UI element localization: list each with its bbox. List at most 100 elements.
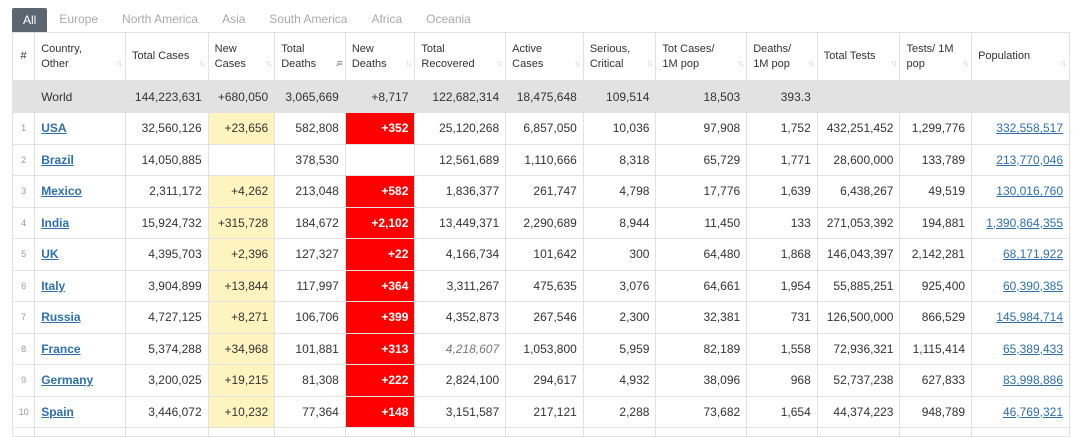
cell-active-cases: 294,617 bbox=[505, 364, 584, 397]
header-deaths-per-1m[interactable]: Deaths/ 1M pop ↑↓ bbox=[746, 32, 818, 81]
tab-south-america[interactable]: South America bbox=[257, 9, 359, 29]
cell-cases-per-1m: 18,503 bbox=[655, 80, 748, 113]
cell-idx: 4 bbox=[11, 206, 36, 239]
tab-africa[interactable]: Africa bbox=[359, 9, 414, 29]
cell-population[interactable]: 1,390,864,355 bbox=[971, 206, 1070, 239]
cell-tests-per-1m: 2,142,281 bbox=[899, 238, 973, 271]
header-population[interactable]: Population ↑↓ bbox=[971, 32, 1070, 81]
cell-total-tests: 126,500,000 bbox=[816, 301, 901, 334]
cell-population bbox=[971, 427, 1070, 437]
tab-north-america[interactable]: North America bbox=[110, 9, 210, 29]
header-idx[interactable]: # bbox=[11, 32, 36, 81]
cell-population[interactable]: 83,998,886 bbox=[971, 364, 1070, 397]
header-serious[interactable]: Serious, Critical ↑↓ bbox=[582, 32, 657, 81]
header-total-deaths[interactable]: Total Deaths ↓≡ bbox=[274, 32, 346, 81]
cell-new-cases: +680,050 bbox=[207, 80, 276, 113]
cell-total-deaths: 127,327 bbox=[274, 238, 346, 271]
sort-arrows-icon[interactable]: ↑↓ bbox=[808, 56, 815, 71]
tab-europe[interactable]: Europe bbox=[47, 9, 110, 29]
header-total-cases[interactable]: Total Cases ↑↓ bbox=[124, 32, 209, 81]
cell-population[interactable]: 145,984,714 bbox=[971, 301, 1070, 334]
cell-active-cases: 217,121 bbox=[505, 395, 584, 428]
header-country[interactable]: Country, Other ↑↓ bbox=[34, 32, 126, 81]
sort-arrows-icon[interactable]: ↑↓ bbox=[1060, 56, 1067, 71]
cell-total-cases bbox=[124, 427, 209, 437]
cell-country: Italy bbox=[34, 269, 126, 302]
cell-country: Russia bbox=[34, 301, 126, 334]
cell-active-cases: 261,747 bbox=[505, 175, 584, 208]
tab-all[interactable]: All bbox=[12, 8, 48, 32]
world-row: World 144,223,631 +680,050 3,065,669 +8,717 1… bbox=[11, 80, 1070, 113]
header-total-recovered[interactable]: Total Recovered ↑↓ bbox=[414, 32, 507, 81]
cell-population[interactable]: 65,389,433 bbox=[971, 332, 1070, 365]
sort-arrows-icon[interactable]: ↑↓ bbox=[496, 56, 503, 71]
country-link[interactable]: Russia bbox=[41, 310, 80, 324]
cell-population bbox=[971, 80, 1070, 113]
header-tests-per-1m[interactable]: Tests/ 1M pop ↑↓ bbox=[899, 32, 973, 81]
country-link[interactable]: USA bbox=[41, 121, 66, 135]
header-new-cases[interactable]: New Cases ↑↓ bbox=[207, 32, 276, 81]
sort-arrows-icon[interactable]: ↑↓ bbox=[116, 56, 123, 71]
sort-arrows-icon[interactable]: ↑↓ bbox=[737, 56, 744, 71]
tab-asia[interactable]: Asia bbox=[210, 9, 257, 29]
sort-arrows-icon[interactable]: ↑↓ bbox=[646, 56, 653, 71]
cell-new-cases: +315,728 bbox=[207, 206, 276, 239]
header-active-cases[interactable]: Active Cases ↑↓ bbox=[505, 32, 584, 81]
header-cases-per-1m[interactable]: Tot Cases/ 1M pop ↑↓ bbox=[655, 32, 748, 81]
cell-total-cases: 4,395,703 bbox=[124, 238, 209, 271]
country-link[interactable]: France bbox=[41, 342, 80, 356]
cell-new-cases: +23,656 bbox=[207, 112, 276, 145]
country-link[interactable]: Spain bbox=[41, 405, 74, 419]
cell-total-cases: 3,446,072 bbox=[124, 395, 209, 428]
cell-total-cases: 3,904,899 bbox=[124, 269, 209, 302]
cell-total-tests bbox=[816, 427, 901, 437]
cell-country: USA bbox=[34, 112, 126, 145]
sort-arrows-icon[interactable]: ↑↓ bbox=[405, 56, 412, 71]
cell-total-deaths: 101,881 bbox=[274, 332, 346, 365]
cell-deaths-per-1m: 1,639 bbox=[746, 175, 818, 208]
cell-deaths-per-1m: 1,558 bbox=[746, 332, 818, 365]
country-link[interactable]: India bbox=[41, 216, 69, 230]
cell-serious: 8,944 bbox=[582, 206, 657, 239]
country-link[interactable]: Germany bbox=[41, 373, 93, 387]
cell-total-recovered: 12,561,689 bbox=[414, 143, 507, 176]
cell-total-recovered: 1,836,377 bbox=[414, 175, 507, 208]
country-link[interactable]: Italy bbox=[41, 279, 65, 293]
sort-arrows-icon[interactable]: ↑↓ bbox=[962, 56, 969, 71]
cell-population[interactable]: 130,016,760 bbox=[971, 175, 1070, 208]
header-label: # bbox=[20, 50, 27, 62]
cell-total-cases: 4,727,125 bbox=[124, 301, 209, 334]
cell-country: Germany bbox=[34, 364, 126, 397]
cell-population[interactable]: 332,558,517 bbox=[971, 112, 1070, 145]
tab-oceania[interactable]: Oceania bbox=[414, 9, 483, 29]
table-row bbox=[11, 427, 1070, 437]
cell-tests-per-1m: 1,115,414 bbox=[899, 332, 973, 365]
cell-total-recovered: 4,166,734 bbox=[414, 238, 507, 271]
cell-population[interactable]: 213,770,046 bbox=[971, 143, 1070, 176]
sort-arrows-icon[interactable]: ↑↓ bbox=[199, 56, 206, 71]
cell-deaths-per-1m: 1,771 bbox=[746, 143, 818, 176]
sort-arrows-icon[interactable]: ↓≡ bbox=[335, 56, 343, 71]
header-total-tests[interactable]: Total Tests ↑↓ bbox=[816, 32, 901, 81]
header-label: Total Tests bbox=[823, 50, 876, 62]
country-link[interactable]: Mexico bbox=[41, 184, 82, 198]
country-link[interactable]: Brazil bbox=[41, 153, 74, 167]
cell-deaths-per-1m: 968 bbox=[746, 364, 818, 397]
sort-arrows-icon[interactable]: ↑↓ bbox=[574, 56, 581, 71]
cell-serious: 2,288 bbox=[582, 395, 657, 428]
cell-tests-per-1m: 866,529 bbox=[899, 301, 973, 334]
cell-population[interactable]: 60,390,385 bbox=[971, 269, 1070, 302]
cell-population[interactable]: 68,171,922 bbox=[971, 238, 1070, 271]
cell-cases-per-1m: 11,450 bbox=[655, 206, 748, 239]
header-label: Serious, Critical bbox=[589, 42, 631, 70]
country-link[interactable]: UK bbox=[41, 247, 58, 261]
sort-arrows-icon[interactable]: ↑↓ bbox=[265, 56, 272, 71]
cell-country: UK bbox=[34, 238, 126, 271]
cell-cases-per-1m: 64,661 bbox=[655, 269, 748, 302]
cell-population[interactable]: 46,769,321 bbox=[971, 395, 1070, 428]
cell-total-recovered: 4,352,873 bbox=[414, 301, 507, 334]
header-new-deaths[interactable]: New Deaths ↑↓ bbox=[344, 32, 416, 81]
cell-tests-per-1m: 133,789 bbox=[899, 143, 973, 176]
sort-arrows-icon[interactable]: ↑↓ bbox=[890, 56, 897, 71]
cell-total-deaths: 77,364 bbox=[274, 395, 346, 428]
